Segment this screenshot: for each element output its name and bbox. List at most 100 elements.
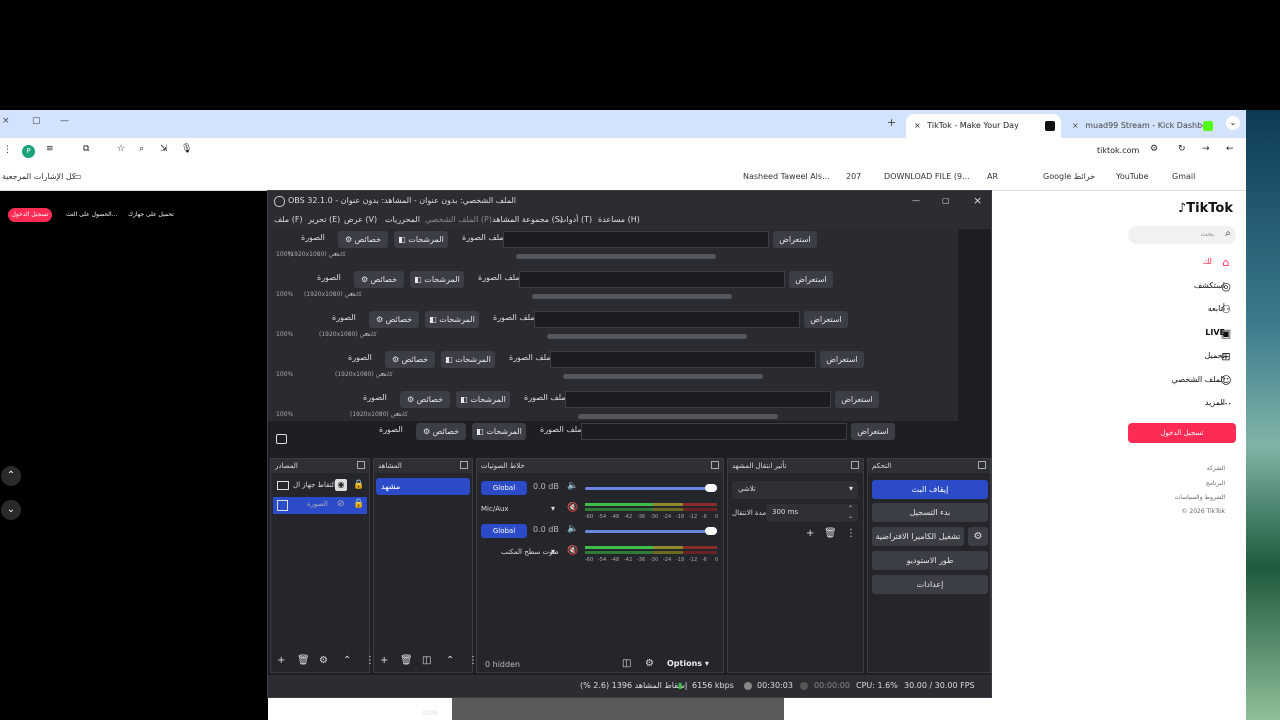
close-tab-icon[interactable]: × [1072, 121, 1079, 130]
bookmark-5[interactable]: Google خرائط [1043, 172, 1095, 181]
source-item-image[interactable]: الصورة ⊘ 🔒 [273, 497, 367, 514]
bookmark-7[interactable]: Gmail [1172, 172, 1195, 181]
mixer-options-button[interactable]: Options ▾ [667, 659, 709, 668]
dock-float-icon[interactable] [357, 461, 365, 469]
scroll-up-button[interactable]: ⌃ [1, 466, 21, 486]
extensions-icon[interactable]: ⧉ [83, 144, 89, 154]
menu-edit[interactable]: تحرير (E) [308, 211, 340, 229]
volume-slider[interactable] [585, 530, 717, 533]
add-icon[interactable]: + [806, 528, 814, 539]
forward-icon[interactable]: → [1202, 144, 1210, 154]
menu-profile[interactable]: الملف الشخصي [1172, 375, 1225, 384]
horizontal-scrollbar[interactable] [563, 374, 763, 379]
close-tab-icon[interactable]: × [914, 121, 921, 130]
zoom-icon[interactable]: ⌕ [139, 144, 144, 154]
settings-button[interactable]: إعدادات [872, 575, 988, 594]
add-icon[interactable]: + [277, 655, 285, 666]
tab-kick[interactable]: × muad99 Stream - Kick Dashboa [1064, 114, 1219, 138]
chevron-down-icon[interactable]: ▾ [551, 547, 555, 556]
filters-button[interactable]: ◧ المرشحات [441, 351, 495, 368]
browse-button[interactable]: استعراض [820, 351, 864, 368]
profile-avatar[interactable]: P [22, 145, 35, 158]
filters-button[interactable]: ◧ المرشحات [410, 271, 464, 288]
browse-button[interactable]: استعراض [835, 391, 879, 408]
filters-button[interactable]: ◧ المرشحات [456, 391, 510, 408]
chevron-down-icon[interactable]: ▾ [551, 504, 555, 513]
dropdown-arrow-icon[interactable]: ▾ [350, 291, 353, 298]
scroll-down-button[interactable]: ⌄ [1, 500, 21, 520]
studio-mode-button[interactable]: طور الاستوديو [872, 551, 988, 570]
address-bar[interactable]: tiktok.com [1097, 146, 1139, 155]
file-path-input[interactable] [550, 351, 816, 368]
volume-knob[interactable] [705, 527, 717, 535]
filters-button[interactable]: ◧ المرشحات [394, 231, 448, 248]
stop-stream-button[interactable]: إيقاف البث [872, 480, 988, 499]
dropdown-arrow-icon[interactable]: ▾ [334, 251, 337, 258]
browse-button[interactable]: استعراض [789, 271, 833, 288]
more-icon[interactable]: ⋮ [846, 528, 856, 539]
reload-icon[interactable]: ↻ [1178, 144, 1186, 154]
menu-for-you[interactable]: لك [1203, 257, 1212, 266]
obs-maximize-icon[interactable]: ▢ [942, 191, 950, 211]
download-link[interactable]: تحميل على جهازك [128, 211, 174, 218]
get-app-link[interactable]: الحصول على التت... [66, 211, 117, 218]
up-icon[interactable]: ⌃ [343, 655, 351, 666]
bookmark-4[interactable]: AR [987, 172, 998, 181]
mute-icon[interactable]: 🔇 [567, 503, 578, 513]
dropdown-arrow-icon[interactable]: ▾ [365, 331, 368, 338]
obs-close-icon[interactable]: × [973, 191, 982, 211]
preview-icon[interactable] [276, 434, 287, 444]
search-icon[interactable]: ⌕ [1225, 228, 1231, 239]
file-path-input[interactable] [565, 391, 831, 408]
file-path-input[interactable] [534, 311, 800, 328]
all-bookmarks[interactable]: كل الإشارات المرجعية [2, 172, 76, 181]
lock-icon[interactable]: 🔒 [353, 480, 364, 490]
file-path-input[interactable] [503, 231, 769, 248]
speaker-icon[interactable]: 🔈 [567, 481, 578, 491]
menu-view[interactable]: عرض (V) [344, 211, 377, 229]
menu-file[interactable]: ملف (F) [274, 211, 303, 229]
menu-docks[interactable]: المحرريات [385, 211, 420, 229]
reading-list-icon[interactable]: ≡ [46, 144, 54, 154]
volume-knob[interactable] [705, 484, 717, 492]
menu-dots-icon[interactable]: ⋮ [3, 145, 12, 155]
footer-company[interactable]: الشركة [1207, 465, 1225, 472]
scene-item[interactable]: مشهد [376, 478, 470, 495]
source-item-capture[interactable]: التقاط جهاز ال ◉ 🔒 [273, 478, 367, 495]
speaker-icon[interactable]: 🔈 [567, 524, 578, 534]
virtual-camera-button[interactable]: تشغيل الكاميرا الافتراضية [872, 527, 964, 546]
browse-button[interactable]: استعراض [804, 311, 848, 328]
filters-button[interactable]: ◧ المرشحات [425, 311, 479, 328]
advanced-audio-icon[interactable]: ⚙ [645, 658, 654, 669]
restore-icon[interactable]: ▢ [32, 116, 41, 126]
menu-profile[interactable]: الملف الشخصي (P) [425, 211, 492, 229]
dropdown-arrow-icon[interactable]: ▾ [396, 411, 399, 418]
eye-hidden-icon[interactable]: ⊘ [337, 499, 345, 509]
file-path-input[interactable] [581, 423, 847, 440]
new-tab-icon[interactable]: + [887, 116, 896, 129]
bookmark-1[interactable]: Nasheed Taweel Als... [743, 172, 830, 181]
bookmark-star-icon[interactable]: ☆ [117, 144, 125, 154]
login-button[interactable]: تسجيل الدخول [1128, 423, 1236, 443]
add-icon[interactable]: + [380, 655, 388, 666]
horizontal-scrollbar[interactable] [532, 294, 732, 299]
transition-select[interactable]: تلاشي ▾ [732, 481, 858, 499]
minimize-icon[interactable]: — [60, 116, 69, 126]
eye-icon[interactable]: ◉ [335, 479, 347, 491]
dock-float-icon[interactable] [851, 461, 859, 469]
properties-button[interactable]: ⚙ خصائص [385, 351, 435, 368]
footer-program[interactable]: البرنامج [1206, 480, 1225, 487]
horizontal-scrollbar[interactable] [578, 414, 778, 419]
start-recording-button[interactable]: بدء التسجيل [872, 503, 988, 522]
mic-icon[interactable]: 🎙 [181, 144, 192, 154]
properties-button[interactable]: ⚙ خصائص [400, 391, 450, 408]
install-icon[interactable]: ⇲ [160, 144, 168, 154]
virtual-camera-settings-icon[interactable]: ⚙ [968, 527, 988, 546]
tab-search-icon[interactable]: ⌄ [1226, 116, 1240, 130]
dock-float-icon[interactable] [978, 461, 986, 469]
bookmark-3[interactable]: DOWNLOAD FILE (9... [884, 172, 970, 181]
trash-icon[interactable]: 🗑 [824, 528, 837, 539]
top-login-button[interactable]: تسجيل الدخول [8, 208, 52, 222]
tiktok-logo[interactable]: ♪TikTok [1178, 201, 1233, 216]
properties-button[interactable]: ⚙ خصائص [354, 271, 404, 288]
